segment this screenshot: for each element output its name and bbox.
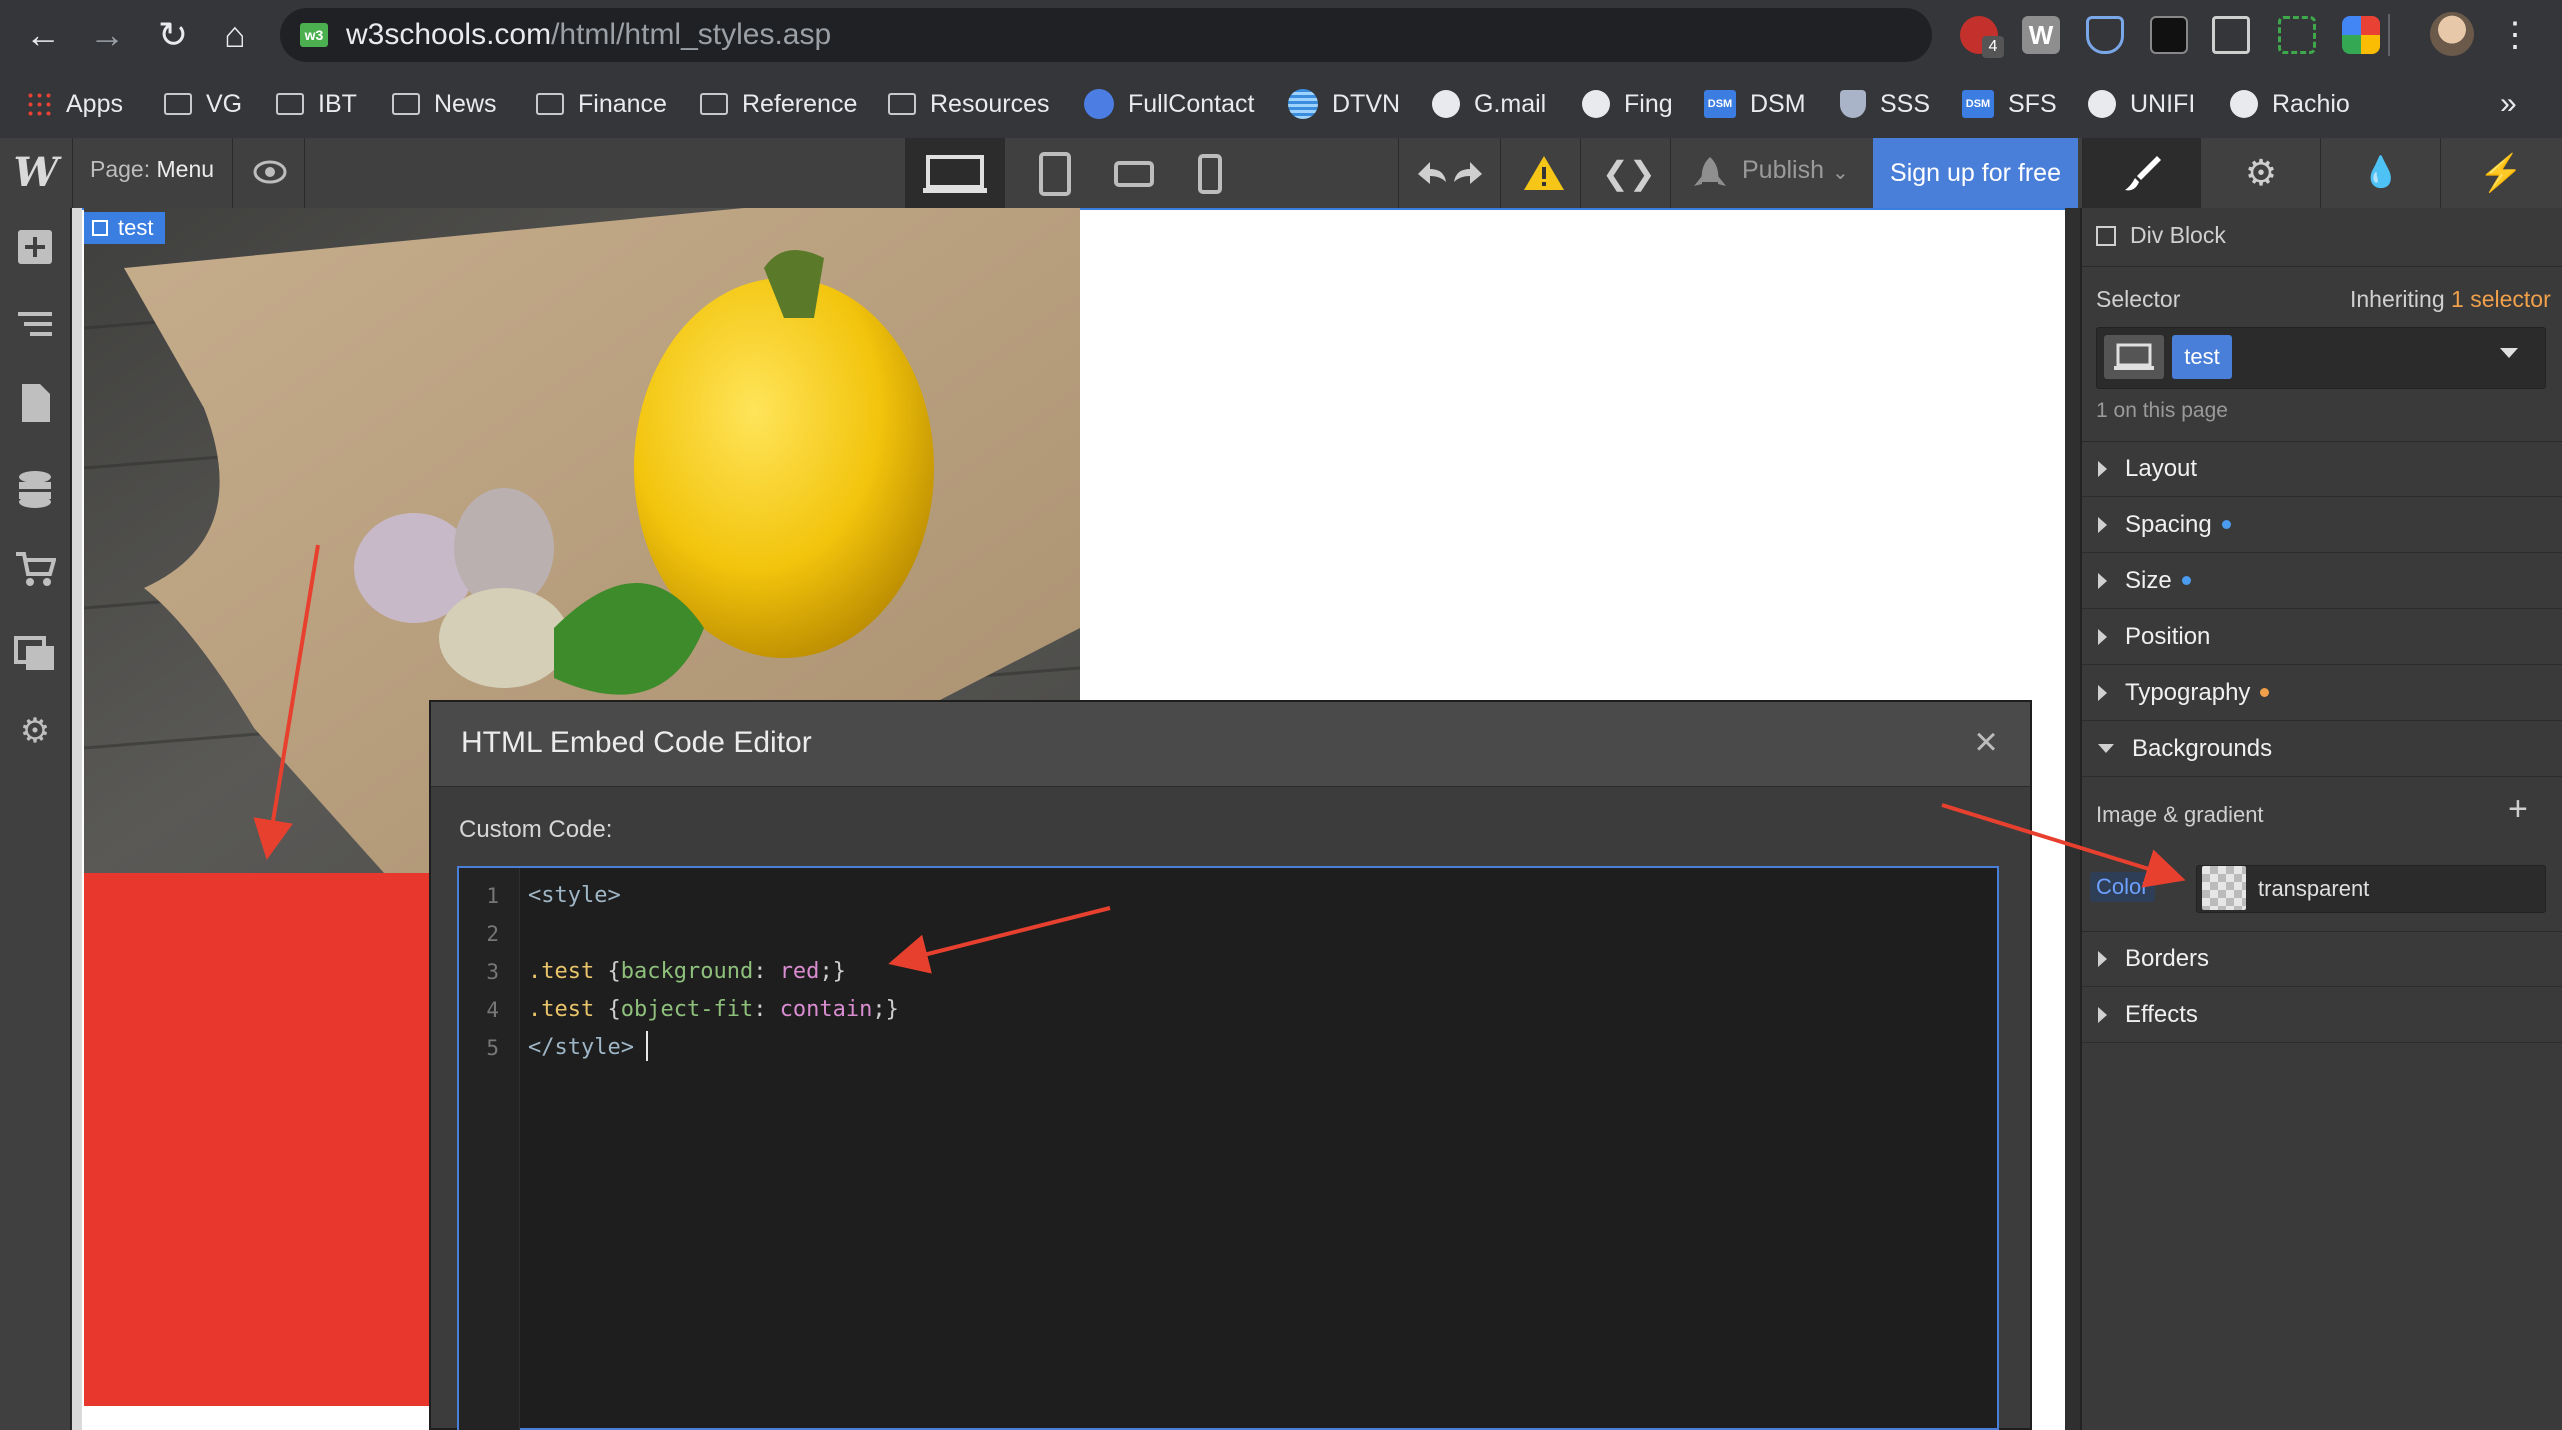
annotation-arrow <box>253 544 320 860</box>
annotation-arrow <box>888 906 1111 974</box>
annotation-arrows-overlay <box>253 544 2186 974</box>
annotation-arrow <box>1941 803 2186 888</box>
